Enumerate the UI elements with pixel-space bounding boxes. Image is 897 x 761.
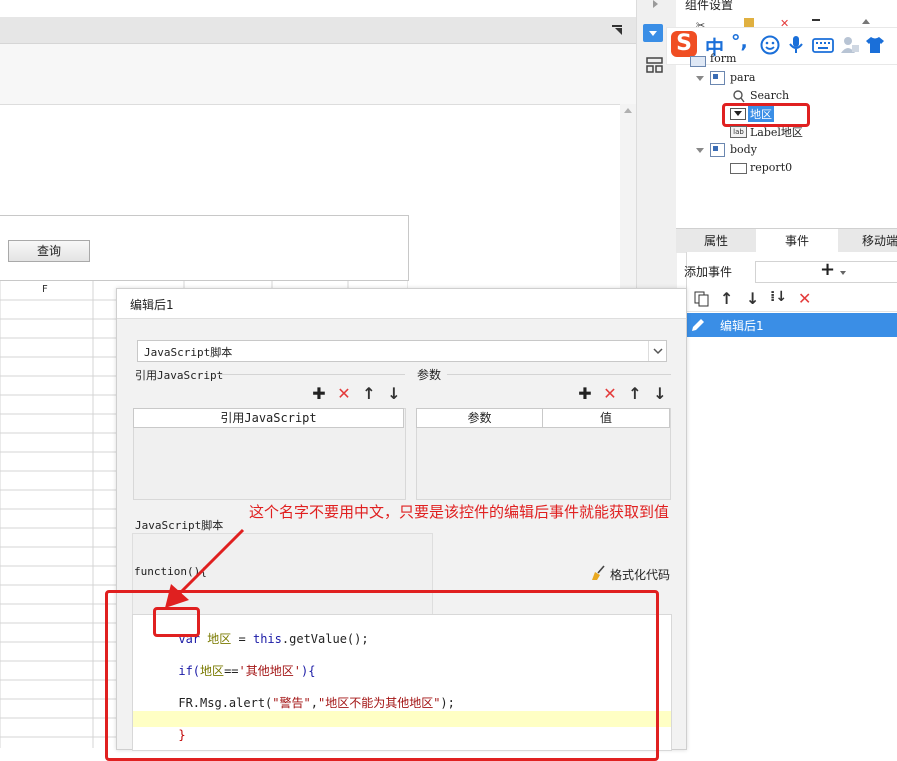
- event-toolbar: ↑ ↓ ⁞↓ ✕: [686, 289, 897, 312]
- remove-ref-js-icon[interactable]: ✕: [335, 385, 353, 403]
- label-widget-icon: lab: [730, 126, 747, 138]
- container-icon: [710, 143, 725, 157]
- ime-punctuation[interactable]: °,: [731, 31, 748, 53]
- move-down-param-icon[interactable]: ↓: [651, 385, 669, 403]
- move-up-icon[interactable]: [862, 19, 870, 24]
- move-up-icon[interactable]: ↑: [720, 289, 733, 308]
- chevron-down-icon: [840, 271, 846, 275]
- collapse-icon[interactable]: [612, 24, 622, 35]
- widget-tree-panel: 组件设置 ✂ ✕ S 中 °, form para Search 地区 lab …: [666, 0, 897, 228]
- widget-list-icon[interactable]: [643, 24, 663, 42]
- expand-toggle-icon[interactable]: [696, 148, 704, 153]
- expand-arrow-icon[interactable]: [653, 0, 658, 8]
- move-up-ref-js-icon[interactable]: ↑: [360, 385, 378, 403]
- chevron-down-icon[interactable]: [648, 341, 667, 361]
- param-name-column-header: 参数: [416, 408, 543, 428]
- designer-header-bar: [0, 17, 636, 44]
- add-ref-js-icon[interactable]: ✚: [310, 385, 328, 403]
- script-type-select[interactable]: JavaScript脚本: [137, 340, 667, 362]
- event-item[interactable]: 编辑后1: [686, 313, 897, 337]
- edit-pencil-icon: [690, 317, 706, 336]
- annotation-arrow-icon: [165, 528, 245, 608]
- keyboard-icon[interactable]: [812, 38, 834, 56]
- params-section-label: 参数: [417, 368, 442, 382]
- report-widget-icon: [730, 163, 747, 174]
- tab-properties[interactable]: 属性: [676, 229, 756, 253]
- expand-toggle-icon[interactable]: [696, 76, 704, 81]
- format-code-label: 格式化代码: [610, 568, 671, 582]
- tree-node-label: Label地区: [750, 126, 803, 139]
- tree-node-label: para: [730, 71, 756, 84]
- microphone-icon[interactable]: [788, 35, 804, 58]
- add-event-dropdown[interactable]: +: [755, 259, 897, 283]
- params-section-rule: [447, 374, 671, 375]
- panel-title: 组件设置: [685, 0, 734, 12]
- query-button[interactable]: 查询: [8, 240, 90, 262]
- event-item-label: 编辑后1: [720, 319, 764, 333]
- ref-js-column-header: 引用JavaScript: [133, 408, 404, 428]
- move-down-ref-js-icon[interactable]: ↓: [385, 385, 403, 403]
- copy-icon[interactable]: [694, 291, 710, 310]
- property-tabs: 属性 事件 移动端: [676, 228, 897, 253]
- container-icon: [710, 71, 725, 85]
- move-top-icon[interactable]: [812, 19, 820, 21]
- user-icon[interactable]: [840, 35, 860, 58]
- tree-node-label: body: [730, 143, 757, 156]
- remove-param-icon[interactable]: ✕: [601, 385, 619, 403]
- tree-node-report0[interactable]: report0: [730, 160, 880, 176]
- tab-mobile[interactable]: 移动端: [838, 229, 897, 253]
- ref-js-section-rule: [219, 374, 405, 375]
- column-header-f: F: [42, 284, 48, 295]
- annotation-note: 这个名字不要用中文，只要是该控件的编辑后事件就能获取到值: [249, 503, 670, 521]
- tree-node-body[interactable]: body: [696, 142, 886, 158]
- dialog-title-bar: 编辑后1: [117, 289, 686, 319]
- tree-node-label-region[interactable]: lab Label地区: [730, 124, 880, 140]
- delete-icon[interactable]: ✕: [798, 289, 811, 308]
- scroll-up-arrow-icon[interactable]: [624, 108, 632, 113]
- add-icon: +: [820, 259, 836, 280]
- move-down-icon[interactable]: ↓: [746, 289, 759, 308]
- skin-shirt-icon[interactable]: [865, 36, 885, 57]
- layout-icon[interactable]: [646, 57, 664, 73]
- sogou-logo-icon[interactable]: S: [671, 31, 697, 57]
- form-icon: [690, 56, 706, 67]
- emoji-icon[interactable]: [760, 35, 780, 58]
- dialog-title: 编辑后1: [130, 298, 174, 312]
- ref-js-section-label: 引用JavaScript: [135, 369, 224, 382]
- move-bottom-icon[interactable]: ⁞↓: [770, 289, 787, 305]
- param-value-column-header: 值: [542, 408, 670, 428]
- broom-icon: [590, 565, 606, 584]
- tree-node-label: Search: [750, 89, 790, 102]
- tab-events[interactable]: 事件: [756, 229, 838, 253]
- add-param-icon[interactable]: ✚: [576, 385, 594, 403]
- tree-node-label: form: [710, 52, 737, 65]
- script-type-value: JavaScript脚本: [144, 346, 233, 359]
- tree-node-label: report0: [750, 161, 793, 174]
- designer-canvas-top: [0, 44, 636, 105]
- top-toolbar-strip: [0, 0, 636, 17]
- tree-node-search[interactable]: Search: [732, 88, 882, 104]
- tree-node-para[interactable]: para: [696, 70, 886, 86]
- move-up-param-icon[interactable]: ↑: [626, 385, 644, 403]
- add-event-label: 添加事件: [684, 265, 733, 279]
